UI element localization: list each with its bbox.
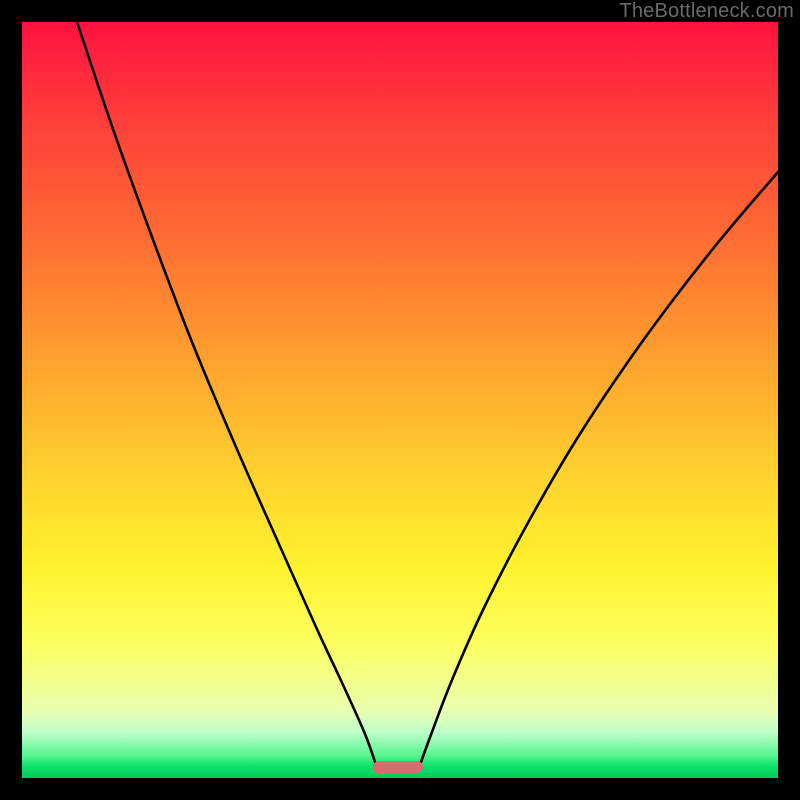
left-curve <box>77 22 375 762</box>
watermark-text: TheBottleneck.com <box>619 0 794 23</box>
chart-frame: TheBottleneck.com <box>0 0 800 800</box>
curve-layer <box>22 22 778 778</box>
plot-area <box>22 22 778 778</box>
bottom-marker-pill <box>373 761 423 773</box>
right-curve <box>421 172 778 762</box>
